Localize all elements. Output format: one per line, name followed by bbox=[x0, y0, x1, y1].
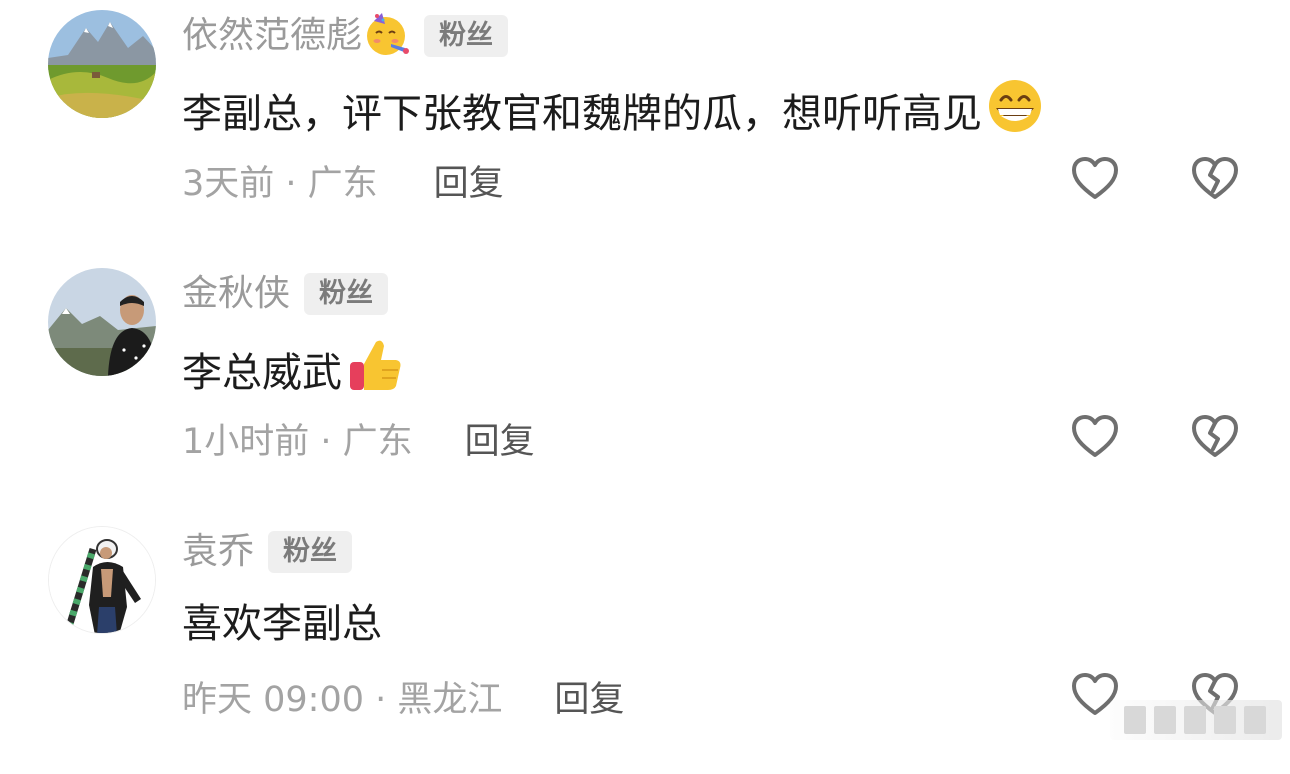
comment-text-row: 李副总，评下张教官和魏牌的瓜，想听听高见 bbox=[182, 78, 1044, 149]
reply-button[interactable]: 回复 bbox=[434, 155, 504, 206]
comment-text: 喜欢李副总 bbox=[182, 601, 382, 647]
comment-text: 李总威武 bbox=[182, 349, 342, 396]
timestamp-location: 昨天 09:00 · 黑龙江 bbox=[182, 679, 503, 720]
timestamp-location: 1小时前 · 广东 bbox=[182, 421, 413, 462]
comment-item: 袁乔 粉丝 喜欢李副总 昨天 09:00 · 黑龙江 回复 bbox=[0, 516, 1290, 774]
fan-badge: 粉丝 bbox=[268, 531, 353, 573]
comment-text-row: 李总威武 bbox=[182, 336, 404, 409]
username[interactable]: 袁乔 bbox=[182, 530, 254, 574]
grinning-emoji bbox=[986, 78, 1044, 149]
name-row: 依然范德彪 粉丝 bbox=[182, 11, 509, 61]
avatar[interactable] bbox=[48, 10, 156, 118]
username[interactable]: 依然范德彪 bbox=[182, 14, 362, 58]
comment-text: 李副总，评下张教官和魏牌的瓜，想听听高见 bbox=[182, 90, 982, 137]
reply-button[interactable]: 回复 bbox=[554, 671, 624, 722]
heart-icon[interactable] bbox=[1071, 415, 1119, 459]
comment-item: 金秋侠 粉丝 李总威武 1小时前 · 广东 回复 bbox=[0, 258, 1290, 516]
fan-badge: 粉丝 bbox=[304, 273, 389, 315]
meta-row: 1小时前 · 广东 回复 bbox=[182, 413, 535, 463]
timestamp-location: 3天前 · 广东 bbox=[182, 163, 378, 204]
avatar[interactable] bbox=[48, 526, 156, 634]
thumbs-up-emoji bbox=[346, 336, 404, 409]
avatar[interactable] bbox=[48, 268, 156, 376]
broken-heart-icon[interactable] bbox=[1191, 157, 1239, 201]
comment-text-row: 喜欢李副总 bbox=[182, 596, 382, 652]
name-row: 袁乔 粉丝 bbox=[182, 530, 353, 574]
fan-badge: 粉丝 bbox=[424, 15, 509, 57]
watermark bbox=[1110, 700, 1282, 740]
reply-button[interactable]: 回复 bbox=[465, 413, 535, 464]
broken-heart-icon[interactable] bbox=[1191, 415, 1239, 459]
meta-row: 3天前 · 广东 回复 bbox=[182, 155, 504, 205]
comment-item: 依然范德彪 粉丝 李副总，评下张教官和魏牌的瓜，想听听高见 3天前 · 广东 回… bbox=[0, 0, 1290, 258]
username[interactable]: 金秋侠 bbox=[182, 272, 290, 316]
party-face-emoji bbox=[364, 11, 410, 61]
heart-icon[interactable] bbox=[1071, 157, 1119, 201]
name-row: 金秋侠 粉丝 bbox=[182, 272, 389, 316]
meta-row: 昨天 09:00 · 黑龙江 回复 bbox=[182, 671, 624, 721]
